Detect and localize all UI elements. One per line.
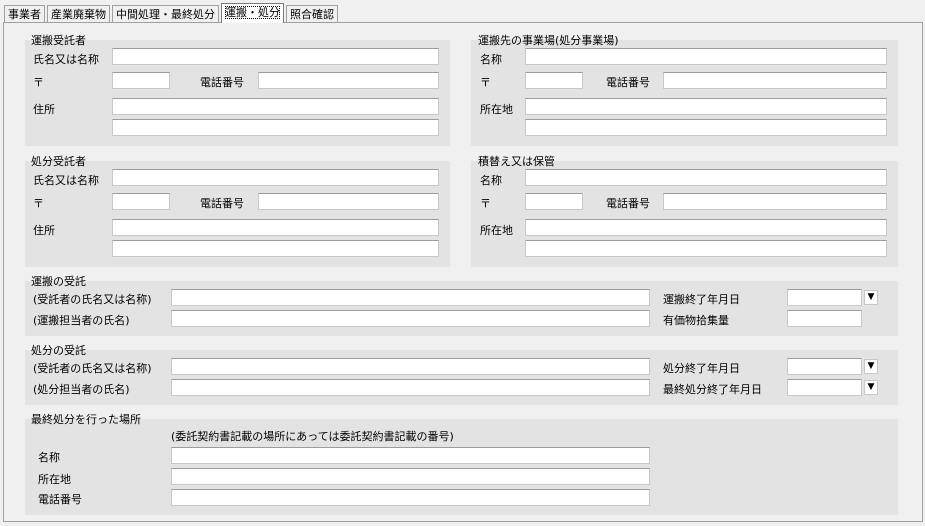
- destination-phone-input[interactable]: [663, 72, 887, 89]
- tab-verification[interactable]: 照合確認: [286, 5, 338, 23]
- tab-label: 運搬・処分: [225, 6, 280, 19]
- tab-transport-disposal[interactable]: 運搬・処分: [221, 3, 284, 23]
- person-label: (処分担当者の氏名): [33, 383, 130, 396]
- chevron-down-icon[interactable]: ▼: [864, 380, 878, 395]
- destination-address-input-2[interactable]: [525, 119, 887, 136]
- disposal-contractor-name-input[interactable]: [112, 169, 439, 186]
- destination-name-input[interactable]: [525, 48, 887, 65]
- valuables-label: 有価物拾集量: [663, 314, 729, 327]
- phone-label: 電話番号: [38, 493, 82, 506]
- transfer-storage-address-input-2[interactable]: [525, 240, 887, 257]
- transport-person-field[interactable]: [171, 310, 650, 327]
- address-label: 住所: [33, 103, 55, 116]
- destination-address-input-1[interactable]: [525, 98, 887, 115]
- group-title: 最終処分を行った場所: [31, 413, 141, 426]
- phone-label: 電話番号: [200, 76, 244, 89]
- name-label: 氏名又は名称: [33, 174, 99, 187]
- transport-contractor-name-input[interactable]: [112, 48, 439, 65]
- group-title: 処分受託者: [31, 155, 86, 168]
- phone-label: 電話番号: [606, 197, 650, 210]
- group-title: 運搬の受託: [31, 275, 86, 288]
- chevron-down-icon[interactable]: ▼: [864, 290, 878, 305]
- name-label: 名称: [480, 53, 502, 66]
- group-title: 処分の受託: [31, 344, 86, 357]
- disposal-contractor-postal-input[interactable]: [112, 193, 170, 210]
- destination-postal-input[interactable]: [525, 72, 583, 89]
- transport-contractor-postal-input[interactable]: [112, 72, 170, 89]
- tab-label: 産業廃棄物: [51, 8, 106, 21]
- transport-contractor-name-field[interactable]: [171, 289, 650, 306]
- transport-contractor-address-input-1[interactable]: [112, 98, 439, 115]
- transport-contractor-phone-input[interactable]: [258, 72, 439, 89]
- transport-end-date-field[interactable]: [787, 289, 862, 306]
- tab-industrial-waste[interactable]: 産業廃棄物: [47, 5, 110, 23]
- end-date-label: 運搬終了年月日: [663, 293, 740, 306]
- disposal-contractor-address-input-1[interactable]: [112, 219, 439, 236]
- disposal-contractor-name-field[interactable]: [171, 358, 650, 375]
- disposal-person-field[interactable]: [171, 379, 650, 396]
- final-end-date-label: 最終処分終了年月日: [663, 383, 762, 396]
- tab-intermediate-final-disposal[interactable]: 中間処理・最終処分: [112, 5, 219, 23]
- address-label: 住所: [33, 224, 55, 237]
- address-label: 所在地: [38, 473, 71, 486]
- end-date-label: 処分終了年月日: [663, 362, 740, 375]
- disposal-contractor-address-input-2[interactable]: [112, 240, 439, 257]
- transfer-storage-phone-input[interactable]: [663, 193, 887, 210]
- postal-label: 〒: [33, 197, 44, 210]
- tab-label: 照合確認: [290, 8, 334, 21]
- final-disposal-end-date-field[interactable]: [787, 379, 862, 396]
- transfer-storage-name-input[interactable]: [525, 169, 887, 186]
- person-label: (運搬担当者の氏名): [33, 314, 130, 327]
- contractor-label: (受託者の氏名又は名称): [33, 293, 152, 306]
- group-title: 積替え又は保管: [478, 155, 555, 168]
- chevron-down-icon[interactable]: ▼: [864, 359, 878, 374]
- phone-label: 電話番号: [606, 76, 650, 89]
- disposal-end-date-field[interactable]: [787, 358, 862, 375]
- postal-label: 〒: [480, 197, 491, 210]
- name-label: 名称: [480, 174, 502, 187]
- group-title: 運搬先の事業場(処分事業場): [478, 34, 619, 47]
- contract-note: (委託契約書記載の場所にあっては委託契約書記載の番号): [171, 430, 454, 443]
- tab-label: 中間処理・最終処分: [116, 8, 215, 21]
- tab-business-operator[interactable]: 事業者: [4, 5, 45, 23]
- transfer-storage-address-input-1[interactable]: [525, 219, 887, 236]
- tab-label: 事業者: [8, 8, 41, 21]
- transport-contractor-address-input-2[interactable]: [112, 119, 439, 136]
- address-label: 所在地: [480, 103, 513, 116]
- name-label: 氏名又は名称: [33, 53, 99, 66]
- final-site-address-input[interactable]: [171, 468, 650, 485]
- transfer-storage-postal-input[interactable]: [525, 193, 583, 210]
- valuables-quantity-field[interactable]: [787, 310, 862, 327]
- tab-strip: 事業者 産業廃棄物 中間処理・最終処分 運搬・処分 照合確認: [4, 3, 340, 23]
- final-site-phone-input[interactable]: [171, 489, 650, 506]
- address-label: 所在地: [480, 224, 513, 237]
- postal-label: 〒: [480, 76, 491, 89]
- postal-label: 〒: [33, 76, 44, 89]
- contractor-label: (受託者の氏名又は名称): [33, 362, 152, 375]
- group-title: 運搬受託者: [31, 34, 86, 47]
- disposal-contractor-phone-input[interactable]: [258, 193, 439, 210]
- final-site-name-input[interactable]: [171, 447, 650, 464]
- name-label: 名称: [38, 451, 60, 464]
- phone-label: 電話番号: [200, 197, 244, 210]
